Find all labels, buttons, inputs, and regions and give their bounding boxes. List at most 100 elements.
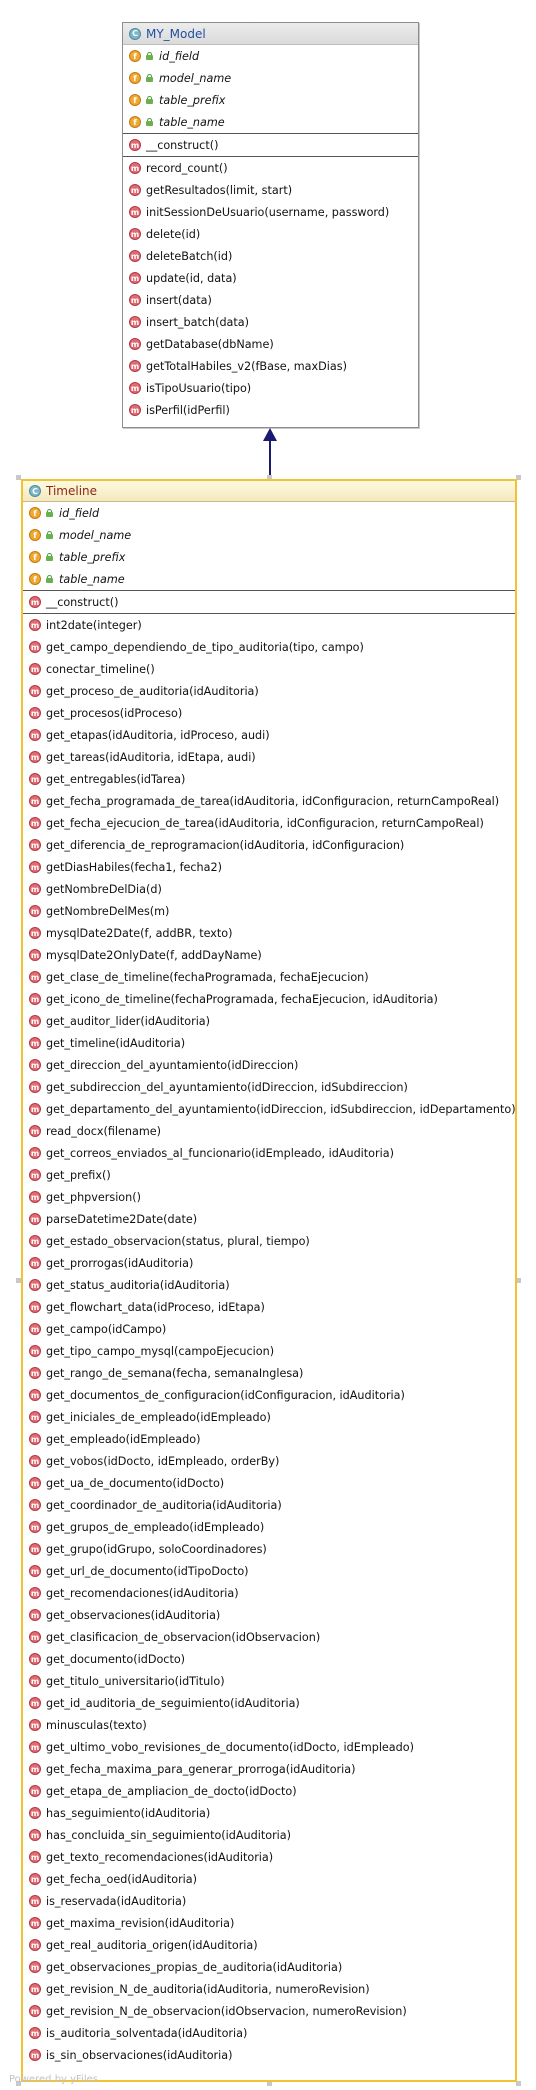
method-row[interactable]: m get_subdireccion_del_ayuntamiento(idDir… xyxy=(23,1076,515,1098)
method-icon: m xyxy=(29,729,41,741)
method-row[interactable]: m get_flowchart_data(idProceso, idEtapa) xyxy=(23,1296,515,1318)
field-row[interactable]: f model_name xyxy=(23,524,515,546)
method-icon: m xyxy=(29,1169,41,1181)
method-row[interactable]: m get_auditor_lider(idAuditoria) xyxy=(23,1010,515,1032)
method-row[interactable]: m insert_batch(data) xyxy=(123,311,418,333)
timeline-class[interactable]: C Timeline f id_field f model_name f table_pr… xyxy=(21,479,517,2082)
method-row[interactable]: m get_campo_dependiendo_de_tipo_auditoria… xyxy=(23,636,515,658)
field-row[interactable]: f model_name xyxy=(123,67,418,89)
method-row[interactable]: m get_ua_de_documento(idDocto) xyxy=(23,1472,515,1494)
method-row[interactable]: m has_seguimiento(idAuditoria) xyxy=(23,1802,515,1824)
method-row[interactable]: m get_empleado(idEmpleado) xyxy=(23,1428,515,1450)
method-row[interactable]: m get_grupo(idGrupo, soloCoordinadores) xyxy=(23,1538,515,1560)
method-row[interactable]: m get_phpversion() xyxy=(23,1186,515,1208)
method-row[interactable]: m isPerfil(idPerfil) xyxy=(123,399,418,421)
method-row[interactable]: m getDatabase(dbName) xyxy=(123,333,418,355)
method-row[interactable]: m get_titulo_universitario(idTitulo) xyxy=(23,1670,515,1692)
method-row[interactable]: m get_maxima_revision(idAuditoria) xyxy=(23,1912,515,1934)
method-row[interactable]: m get_campo(idCampo) xyxy=(23,1318,515,1340)
method-row[interactable]: m int2date(integer) xyxy=(23,614,515,636)
method-row[interactable]: m get_departamento_del_ayuntamiento(idDir… xyxy=(23,1098,516,1120)
method-row[interactable]: m get_timeline(idAuditoria) xyxy=(23,1032,515,1054)
method-row[interactable]: m get_proceso_de_auditoria(idAuditoria) xyxy=(23,680,515,702)
method-row[interactable]: m getTotalHabiles_v2(fBase, maxDias) xyxy=(123,355,418,377)
method-row[interactable]: m get_diferencia_de_reprogramacion(idAudi… xyxy=(23,834,515,856)
method-row[interactable]: m get_rango_de_semana(fecha, semanaIngles… xyxy=(23,1362,515,1384)
method-row[interactable]: m get_prorrogas(idAuditoria) xyxy=(23,1252,515,1274)
method-row[interactable]: m get_documento(idDocto) xyxy=(23,1648,515,1670)
method-row[interactable]: m get_grupos_de_empleado(idEmpleado) xyxy=(23,1516,515,1538)
method-row[interactable]: m is_reservada(idAuditoria) xyxy=(23,1890,515,1912)
method-row[interactable]: m get_tareas(idAuditoria, idEtapa, audi) xyxy=(23,746,515,768)
method-row[interactable]: m parseDatetime2Date(date) xyxy=(23,1208,515,1230)
method-row[interactable]: m minusculas(texto) xyxy=(23,1714,515,1736)
method-row[interactable]: m get_clasificacion_de_observacion(idObse… xyxy=(23,1626,515,1648)
method-row[interactable]: m get_entregables(idTarea) xyxy=(23,768,515,790)
method-row[interactable]: m get_iniciales_de_empleado(idEmpleado) xyxy=(23,1406,515,1428)
method-row[interactable]: m get_prefix() xyxy=(23,1164,515,1186)
my-model-class[interactable]: C MY_Model f id_field f model_name f table_pr… xyxy=(122,22,419,428)
method-row[interactable]: m get_fecha_programada_de_tarea(idAuditor… xyxy=(23,790,515,812)
method-row[interactable]: m read_docx(filename) xyxy=(23,1120,515,1142)
method-row[interactable]: m delete(id) xyxy=(123,223,418,245)
method-row[interactable]: m get_revision_N_de_observacion(idObserva… xyxy=(23,2000,515,2022)
method-row[interactable]: m conectar_timeline() xyxy=(23,658,515,680)
method-row[interactable]: m getResultados(limit, start) xyxy=(123,179,418,201)
field-row[interactable]: f table_name xyxy=(23,568,515,590)
timeline-header[interactable]: C Timeline xyxy=(23,481,515,502)
method-row[interactable]: m get_observaciones_propias_de_auditoria(… xyxy=(23,1956,515,1978)
method-row[interactable]: m get_observaciones(idAuditoria) xyxy=(23,1604,515,1626)
method-row[interactable]: m get_status_auditoria(idAuditoria) xyxy=(23,1274,515,1296)
method-row[interactable]: m get_fecha_ejecucion_de_tarea(idAuditori… xyxy=(23,812,515,834)
method-row[interactable]: m get_id_auditoria_de_seguimiento(idAudit… xyxy=(23,1692,515,1714)
method-row[interactable]: m get_fecha_oed(idAuditoria) xyxy=(23,1868,515,1890)
method-row[interactable]: m get_documentos_de_configuracion(idConfi… xyxy=(23,1384,515,1406)
method-row[interactable]: m get_direccion_del_ayuntamiento(idDirecc… xyxy=(23,1054,515,1076)
method-row[interactable]: m get_icono_de_timeline(fechaProgramada, … xyxy=(23,988,515,1010)
method-row[interactable]: m isTipoUsuario(tipo) xyxy=(123,377,418,399)
method-row[interactable]: m get_procesos(idProceso) xyxy=(23,702,515,724)
method-row[interactable]: m get_estado_observacion(status, plural, … xyxy=(23,1230,515,1252)
method-row[interactable]: m get_etapas(idAuditoria, idProceso, audi… xyxy=(23,724,515,746)
method-row[interactable]: m get_fecha_maxima_para_generar_prorroga(… xyxy=(23,1758,515,1780)
inheritance-edge[interactable] xyxy=(269,440,271,478)
method-signature: get_procesos(idProceso) xyxy=(46,706,183,720)
method-row[interactable]: m get_clase_de_timeline(fechaProgramada, … xyxy=(23,966,515,988)
method-row[interactable]: m mysqlDate2OnlyDate(f, addDayName) xyxy=(23,944,515,966)
field-row[interactable]: f table_prefix xyxy=(123,89,418,111)
field-row[interactable]: f id_field xyxy=(123,45,418,67)
method-row[interactable]: m __construct() xyxy=(123,134,418,156)
method-row[interactable]: m get_recomendaciones(idAuditoria) xyxy=(23,1582,515,1604)
method-row[interactable]: m is_sin_observaciones(idAuditoria) xyxy=(23,2044,515,2066)
method-row[interactable]: m getNombreDelDia(d) xyxy=(23,878,515,900)
method-row[interactable]: m record_count() xyxy=(123,157,418,179)
method-row[interactable]: m get_etapa_de_ampliacion_de_docto(idDoct… xyxy=(23,1780,515,1802)
field-row[interactable]: f table_prefix xyxy=(23,546,515,568)
method-row[interactable]: m insert(data) xyxy=(123,289,418,311)
method-row[interactable]: m __construct() xyxy=(23,591,515,613)
method-row[interactable]: m get_coordinador_de_auditoria(idAuditori… xyxy=(23,1494,515,1516)
method-icon: m xyxy=(29,1103,41,1115)
method-row[interactable]: m getDiasHabiles(fecha1, fecha2) xyxy=(23,856,515,878)
method-row[interactable]: m deleteBatch(id) xyxy=(123,245,418,267)
method-row[interactable]: m initSessionDeUsuario(username, password… xyxy=(123,201,418,223)
method-row[interactable]: m has_concluida_sin_seguimiento(idAuditor… xyxy=(23,1824,515,1846)
field-row[interactable]: f id_field xyxy=(23,502,515,524)
method-row[interactable]: m get_tipo_campo_mysql(campoEjecucion) xyxy=(23,1340,515,1362)
method-row[interactable]: m get_real_auditoria_origen(idAuditoria) xyxy=(23,1934,515,1956)
method-row[interactable]: m get_ultimo_vobo_revisiones_de_documento… xyxy=(23,1736,515,1758)
method-row[interactable]: m update(id, data) xyxy=(123,267,418,289)
method-row[interactable]: m is_auditoria_solventada(idAuditoria) xyxy=(23,2022,515,2044)
method-row[interactable]: m get_correos_enviados_al_funcionario(idE… xyxy=(23,1142,515,1164)
fields-section: f id_field f model_name f table_prefix f table_… xyxy=(23,502,515,591)
method-signature: get_ua_de_documento(idDocto) xyxy=(46,1476,225,1490)
field-row[interactable]: f table_name xyxy=(123,111,418,133)
method-row[interactable]: m mysqlDate2Date(f, addBR, texto) xyxy=(23,922,515,944)
method-row[interactable]: m get_url_de_documento(idTipoDocto) xyxy=(23,1560,515,1582)
my-model-header[interactable]: C MY_Model xyxy=(123,23,418,45)
method-row[interactable]: m getNombreDelMes(m) xyxy=(23,900,515,922)
method-row[interactable]: m get_texto_recomendaciones(idAuditoria) xyxy=(23,1846,515,1868)
method-row[interactable]: m get_revision_N_de_auditoria(idAuditoria… xyxy=(23,1978,515,2000)
method-row[interactable]: m get_vobos(idDocto, idEmpleado, orderBy) xyxy=(23,1450,515,1472)
method-signature: read_docx(filename) xyxy=(46,1124,161,1138)
